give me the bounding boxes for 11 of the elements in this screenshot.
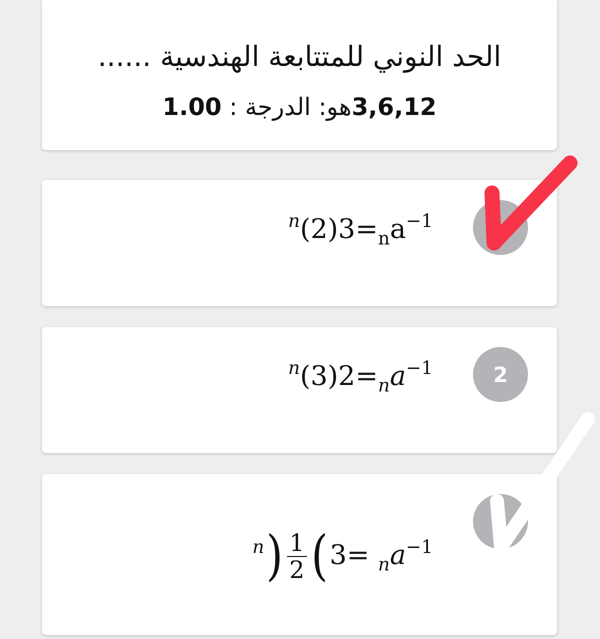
- formula-text: $^{𝑛}$(2)3=$_{n}$a$^{−1}$: [288, 212, 433, 248]
- formula-text: $^{𝑛}$(3)2=$_{𝑛}$𝑎$^{−1}$: [288, 359, 433, 395]
- answer-option[interactable]: $^{𝑛}$(3)2=$_{𝑛}$𝑎$^{−1}$ 2: [42, 327, 557, 453]
- parenthesis: (: [310, 528, 328, 584]
- question-text: الحد النوني للمتتابعة الهندسية ......: [96, 40, 502, 74]
- fraction-numerator: 1: [287, 530, 307, 556]
- fraction-denominator: 2: [289, 556, 305, 582]
- formula-text: 3= $_{𝑛}$𝑎$^{−1}$: [330, 538, 433, 574]
- option-number: 2: [473, 347, 528, 402]
- parenthesis: ): [266, 528, 284, 584]
- formula-text: 𝑛: [252, 538, 264, 560]
